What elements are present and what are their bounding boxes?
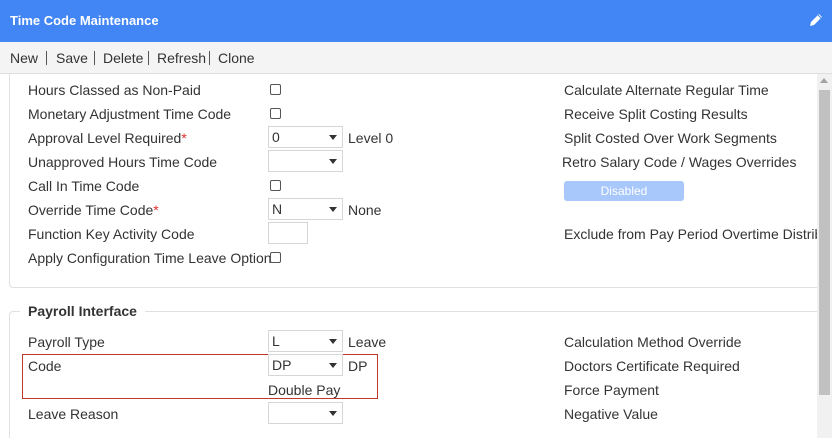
- code-desc: DP: [348, 358, 368, 374]
- payroll-type-select[interactable]: L: [268, 330, 343, 352]
- scrollbar-thumb[interactable]: [819, 90, 830, 395]
- disabled-button: Disabled: [564, 181, 684, 201]
- save-button[interactable]: Save: [56, 50, 88, 66]
- chevron-down-icon: [329, 339, 337, 344]
- code-label: Code: [28, 358, 62, 374]
- unapproved-select[interactable]: [268, 150, 343, 172]
- window-title: Time Code Maintenance: [10, 13, 159, 28]
- override-select[interactable]: N: [268, 198, 343, 220]
- calc-method-label: Calculation Method Override: [564, 334, 742, 350]
- apply-config-label: Apply Configuration Time Leave Options: [28, 250, 279, 266]
- delete-button[interactable]: Delete: [103, 50, 143, 66]
- leave-reason-label: Leave Reason: [28, 406, 119, 422]
- retro-label: Retro Salary Code / Wages Overrides: [562, 154, 797, 170]
- receive-split-label: Receive Split Costing Results: [564, 106, 748, 122]
- apply-config-checkbox[interactable]: [270, 252, 281, 263]
- split-costed-label: Split Costed Over Work Segments: [564, 130, 777, 146]
- unapproved-label: Unapproved Hours Time Code: [28, 154, 218, 170]
- hours-non-paid-checkbox[interactable]: [270, 84, 281, 95]
- override-desc: None: [348, 202, 382, 218]
- new-button[interactable]: New: [10, 50, 38, 66]
- leave-reason-select[interactable]: [268, 402, 343, 424]
- vertical-scrollbar[interactable]: [817, 74, 832, 438]
- calc-alt-label: Calculate Alternate Regular Time: [564, 82, 769, 98]
- chevron-down-icon: [329, 411, 337, 416]
- call-in-label: Call In Time Code: [28, 178, 140, 194]
- payroll-interface-legend: Payroll Interface: [20, 303, 145, 319]
- toolbar-separator: [209, 51, 210, 65]
- approval-level-label: Approval Level Required*: [28, 130, 187, 146]
- title-bar: Time Code Maintenance: [0, 0, 832, 42]
- hours-non-paid-label: Hours Classed as Non-Paid: [28, 82, 201, 98]
- payroll-type-desc: Leave: [348, 334, 387, 350]
- negative-value-label: Negative Value: [564, 406, 658, 422]
- override-label: Override Time Code*: [28, 202, 159, 218]
- monetary-adj-checkbox[interactable]: [270, 108, 281, 119]
- function-key-label: Function Key Activity Code: [28, 226, 195, 242]
- scroll-up-icon[interactable]: [820, 78, 828, 83]
- required-marker: *: [153, 202, 159, 218]
- call-in-checkbox[interactable]: [270, 180, 281, 191]
- chevron-down-icon: [329, 207, 337, 212]
- monetary-adj-label: Monetary Adjustment Time Code: [28, 106, 232, 122]
- clone-button[interactable]: Clone: [218, 50, 255, 66]
- required-marker: *: [181, 130, 187, 146]
- approval-level-select[interactable]: 0: [268, 126, 343, 148]
- toolbar: New Save Delete Refresh Clone: [0, 42, 832, 74]
- doctors-cert-label: Doctors Certificate Required: [564, 358, 740, 374]
- code-select[interactable]: DP: [268, 354, 343, 376]
- code-full-desc: Double Pay: [268, 382, 341, 398]
- pencil-icon[interactable]: [808, 12, 824, 28]
- chevron-down-icon: [329, 135, 337, 140]
- force-payment-label: Force Payment: [564, 382, 659, 398]
- exclude-label: Exclude from Pay Period Overtime Distrib…: [564, 226, 818, 242]
- toolbar-separator: [46, 51, 47, 65]
- form-content: Hours Classed as Non-Paid Monetary Adjus…: [0, 74, 818, 438]
- chevron-down-icon: [329, 363, 337, 368]
- toolbar-separator: [148, 51, 149, 65]
- approval-level-desc: Level 0: [348, 130, 394, 146]
- refresh-button[interactable]: Refresh: [157, 50, 206, 66]
- payroll-type-label: Payroll Type: [28, 334, 105, 350]
- chevron-down-icon: [329, 159, 337, 164]
- function-key-input[interactable]: [268, 222, 308, 244]
- toolbar-separator: [94, 51, 95, 65]
